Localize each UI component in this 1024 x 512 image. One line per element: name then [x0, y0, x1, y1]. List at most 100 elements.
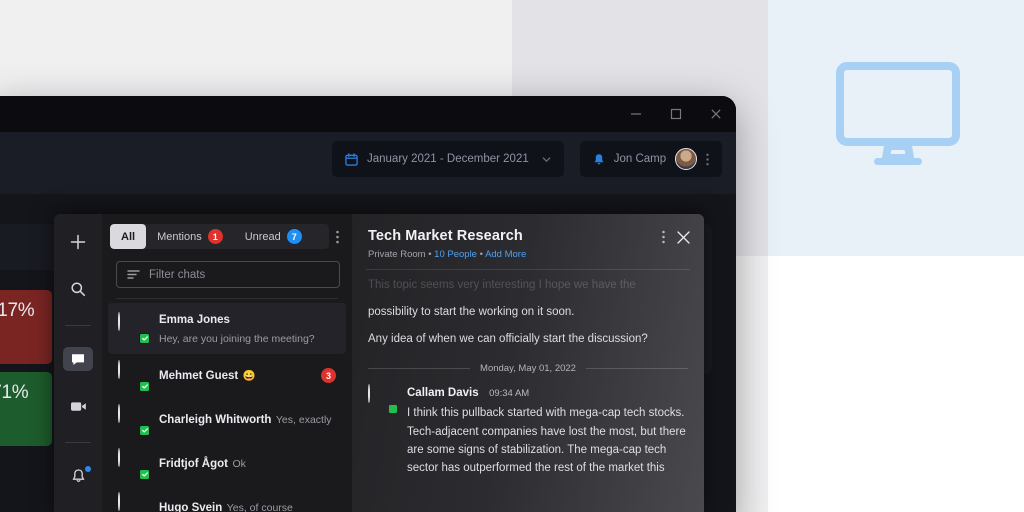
list-item-name: Mehmet Guest	[159, 370, 239, 383]
day-divider-label: Monday, May 01, 2022	[480, 363, 576, 375]
background-lower-right	[768, 256, 1024, 512]
video-button[interactable]	[63, 395, 93, 418]
add-more-link[interactable]: Add More	[485, 249, 526, 260]
separator: •	[479, 249, 483, 260]
tab-label: All	[121, 230, 136, 243]
close-icon[interactable]	[677, 230, 690, 244]
stat-card-1m: -3.17% 1M	[0, 290, 52, 364]
calendar-icon	[345, 152, 358, 166]
avatar	[118, 403, 150, 436]
stat-label: 1M	[0, 326, 52, 335]
list-item-name: Hugo Svein	[159, 502, 223, 512]
unread-count-badge: 3	[321, 368, 336, 384]
conversation-panel: Tech Market Research Private Room • 10 P…	[352, 214, 704, 512]
chat-application: All Mentions 1 Unread 7 Filter chats Emm…	[54, 214, 704, 512]
page-title: Tech Market Research	[368, 228, 523, 244]
list-item-preview: Ok	[232, 458, 246, 471]
list-item-preview: Hey, are you joining the meeting?	[159, 332, 315, 345]
notification-dot	[85, 465, 91, 472]
user-name-label: Jon Camp	[613, 153, 667, 165]
minimize-button[interactable]	[630, 108, 642, 120]
conversation-subtitle: Private Room • 10 People • Add More	[368, 249, 688, 260]
message-body: I think this pullback started with mega-…	[407, 407, 686, 474]
presence-available-icon	[139, 468, 150, 480]
chat-list-header: All Mentions 1 Unread 7	[102, 214, 352, 249]
presence-available-icon	[139, 424, 150, 436]
people-link[interactable]: 10 People	[434, 249, 477, 260]
plus-icon	[70, 234, 86, 249]
list-item-preview: 😀	[242, 370, 256, 383]
search-input[interactable]: Filter chats	[116, 261, 340, 288]
stat-label: YTD	[0, 408, 52, 417]
message: Callam Davis 09:34 AM I think this pullb…	[368, 383, 688, 475]
avatar	[118, 447, 150, 480]
message-thread: This topic seems very interesting I hope…	[352, 270, 704, 475]
stat-card-ytd: 8.71% YTD	[0, 372, 52, 446]
avatar	[118, 312, 150, 345]
list-item[interactable]: Fridtjof Ågot Ok	[108, 442, 346, 486]
list-item[interactable]: Mehmet Guest 😀 3	[108, 354, 346, 398]
date-range-picker[interactable]: January 2021 - December 2021	[332, 141, 564, 177]
filter-chats-wrapper: Filter chats	[102, 249, 352, 288]
presence-available-icon	[139, 380, 150, 392]
chat-list-panel: All Mentions 1 Unread 7 Filter chats Emm…	[102, 214, 352, 512]
list-item-preview: Yes, of course	[226, 502, 293, 512]
dots-vertical-icon[interactable]	[662, 230, 665, 244]
close-button[interactable]	[710, 108, 722, 120]
bell-icon	[594, 153, 604, 164]
list-item[interactable]: Emma Jones Hey, are you joining the meet…	[108, 303, 346, 354]
message-paragraph: possibility to start the working on it s…	[368, 306, 575, 319]
chat-list: Emma Jones Hey, are you joining the meet…	[102, 299, 352, 512]
list-item[interactable]: Charleigh Whitworth Yes, exactly	[108, 398, 346, 442]
room-type-label: Private Room	[368, 249, 426, 260]
filter-icon	[127, 270, 140, 279]
tab-label: Mentions	[157, 230, 202, 243]
notifications-button[interactable]	[63, 465, 93, 488]
monitor-icon	[836, 62, 960, 165]
search-input-placeholder: Filter chats	[149, 268, 206, 281]
chat-bubble-icon	[72, 354, 84, 366]
list-item-name: Fridtjof Ågot	[159, 458, 228, 471]
stat-value: 8.71%	[0, 382, 29, 403]
user-menu[interactable]: Jon Camp	[579, 141, 723, 177]
day-divider: Monday, May 01, 2022	[368, 363, 688, 374]
list-item-name: Charleigh Whitworth	[159, 414, 272, 427]
message-paragraph: Any idea of when we can officially start…	[368, 333, 648, 346]
dots-vertical-icon[interactable]	[706, 153, 709, 166]
tab-unread[interactable]: Unread 7	[234, 224, 313, 249]
rail-divider	[65, 441, 91, 443]
date-range-label: January 2021 - December 2021	[367, 153, 529, 165]
mentions-badge: 1	[207, 229, 223, 244]
avatar	[368, 384, 398, 415]
faded-message-line: This topic seems very interesting I hope…	[368, 279, 636, 291]
list-item-preview: Yes, exactly	[275, 414, 332, 427]
video-camera-icon	[70, 402, 86, 411]
conversation-header: Tech Market Research Private Room • 10 P…	[352, 214, 704, 269]
presence-available-icon	[139, 333, 150, 345]
chevron-down-icon	[542, 156, 551, 162]
avatar	[118, 491, 148, 512]
presence-available-icon	[388, 404, 398, 415]
unread-badge: 7	[286, 229, 302, 244]
tab-label: Unread	[244, 230, 281, 243]
message-author: Callam Davis	[407, 387, 479, 400]
maximize-button[interactable]	[670, 108, 682, 120]
message-timestamp: 09:34 AM	[489, 388, 530, 400]
conversation-actions	[662, 230, 690, 244]
list-item-name: Emma Jones	[159, 314, 230, 326]
chat-button[interactable]	[63, 347, 93, 371]
avatar	[118, 359, 150, 392]
tab-mentions[interactable]: Mentions 1	[146, 224, 234, 249]
add-button[interactable]	[63, 230, 93, 253]
stat-value: -3.17%	[0, 300, 35, 321]
bell-icon	[72, 469, 84, 483]
search-button[interactable]	[63, 277, 93, 300]
dots-vertical-icon[interactable]	[336, 230, 339, 244]
search-icon	[71, 282, 86, 296]
window-titlebar	[0, 96, 736, 132]
separator: •	[428, 249, 432, 260]
dashboard-toolbar: January 2021 - December 2021 Jon Camp	[332, 141, 723, 177]
tab-all[interactable]: All	[110, 224, 147, 249]
list-item[interactable]: Hugo Svein Yes, of course	[108, 486, 346, 512]
chat-filter-tabs: All Mentions 1 Unread 7	[110, 224, 329, 249]
